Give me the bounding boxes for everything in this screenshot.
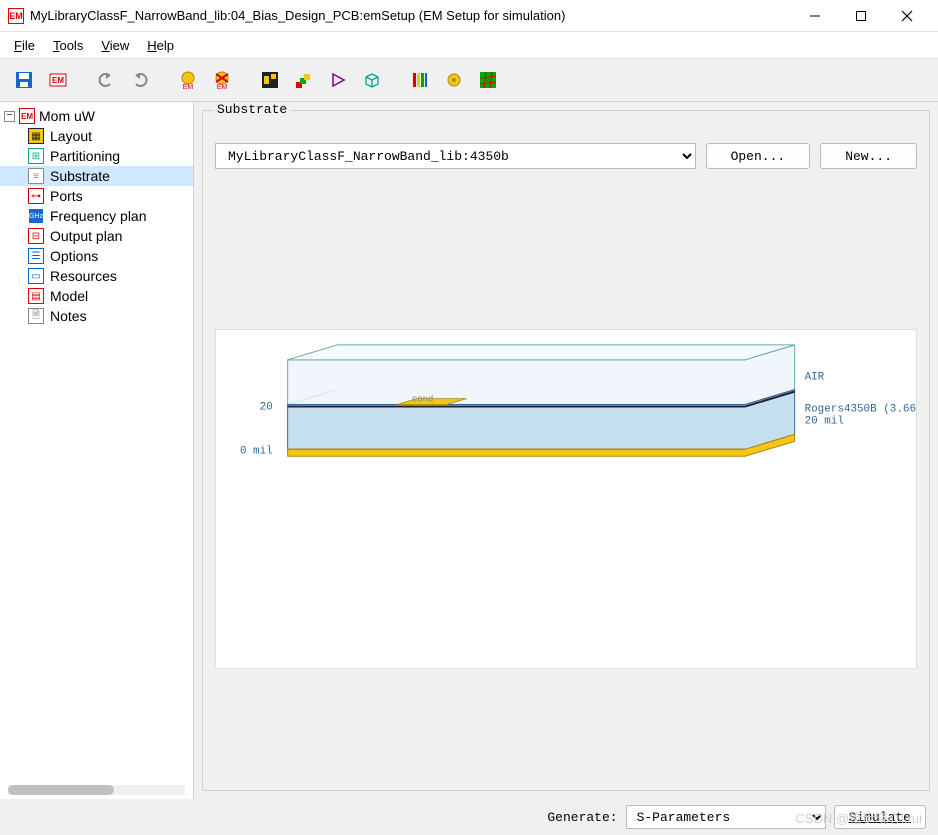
substrate-select[interactable]: MyLibraryClassF_NarrowBand_lib:4350b — [215, 143, 696, 169]
sidebar-scrollbar[interactable] — [8, 785, 185, 795]
menu-help[interactable]: Help — [139, 35, 182, 56]
save-icon[interactable] — [10, 66, 38, 94]
model-icon: ▤ — [28, 288, 44, 304]
sidebar-item-label: Options — [50, 248, 98, 264]
new-button[interactable]: New... — [820, 143, 917, 169]
material-label: Rogers4350B (3.66) — [805, 404, 916, 416]
cube-tool-icon[interactable] — [358, 66, 386, 94]
svg-text:EM: EM — [183, 84, 194, 90]
sidebar-item-substrate[interactable]: ≡ Substrate — [0, 166, 193, 186]
window-title: MyLibraryClassF_NarrowBand_lib:04_Bias_D… — [30, 8, 792, 23]
sidebar-item-label: Resources — [50, 268, 117, 284]
output-icon: ⊟ — [28, 228, 44, 244]
substrate-row: MyLibraryClassF_NarrowBand_lib:4350b Ope… — [215, 143, 917, 169]
close-button[interactable] — [884, 1, 930, 31]
tree-collapse-icon[interactable]: − — [4, 111, 15, 122]
sidebar-item-model[interactable]: ▤ Model — [0, 286, 193, 306]
main-panel: Substrate MyLibraryClassF_NarrowBand_lib… — [194, 102, 938, 799]
play-tool-icon[interactable] — [324, 66, 352, 94]
layout-tool-icon[interactable] — [256, 66, 284, 94]
menubar: File Tools View Help — [0, 32, 938, 58]
resources-icon: ▭ — [28, 268, 44, 284]
generate-select[interactable]: S-Parameters — [626, 805, 826, 829]
titlebar: EM MyLibraryClassF_NarrowBand_lib:04_Bia… — [0, 0, 938, 32]
scale-top-label: 20 — [260, 402, 273, 414]
sidebar-item-label: Frequency plan — [50, 208, 147, 224]
cond-label: cond — [412, 395, 433, 405]
maximize-button[interactable] — [838, 1, 884, 31]
sidebar-item-frequency-plan[interactable]: GHz Frequency plan — [0, 206, 193, 226]
minimize-button[interactable] — [792, 1, 838, 31]
em-delete-icon[interactable]: EM — [208, 66, 236, 94]
mesh-tool-icon[interactable] — [474, 66, 502, 94]
air-label: AIR — [805, 372, 825, 384]
tree-root[interactable]: − EM Mom uW — [0, 106, 193, 126]
tree-root-label: Mom uW — [39, 108, 95, 124]
undo-icon[interactable] — [92, 66, 120, 94]
layers-tool-icon[interactable] — [290, 66, 318, 94]
sidebar: − EM Mom uW ▦ Layout ⊞ Partitioning ≡ Substra… — [0, 102, 194, 799]
sidebar-item-label: Substrate — [50, 168, 110, 184]
sidebar-item-label: Layout — [50, 128, 92, 144]
ports-icon: ⊶ — [28, 188, 44, 204]
sidebar-item-label: Output plan — [50, 228, 122, 244]
thickness-label: 20 mil — [805, 415, 844, 427]
app-icon: EM — [8, 8, 24, 24]
em-root-icon: EM — [19, 108, 35, 124]
generate-label: Generate: — [547, 810, 617, 825]
groupbox-title: Substrate — [213, 102, 291, 117]
substrate-visualization: 20 0 mil cond AIR Rogers4350B (3.66) 20 … — [215, 329, 917, 669]
em-gear-icon[interactable]: EM — [174, 66, 202, 94]
sidebar-item-label: Ports — [50, 188, 83, 204]
sidebar-item-options[interactable]: ☰ Options — [0, 246, 193, 266]
options-icon: ☰ — [28, 248, 44, 264]
sidebar-item-output-plan[interactable]: ⊟ Output plan — [0, 226, 193, 246]
redo-icon[interactable] — [126, 66, 154, 94]
bottom-bar: Generate: S-Parameters Simulate — [0, 799, 938, 835]
notes-icon: 🗎 — [28, 308, 44, 324]
layout-icon: ▦ — [28, 128, 44, 144]
menu-view[interactable]: View — [93, 35, 137, 56]
menu-file[interactable]: File — [6, 35, 43, 56]
svg-text:EM: EM — [217, 84, 228, 90]
simulate-button[interactable]: Simulate — [834, 805, 926, 829]
substrate-groupbox: Substrate MyLibraryClassF_NarrowBand_lib… — [202, 110, 930, 791]
substrate-icon: ≡ — [28, 168, 44, 184]
content-area: − EM Mom uW ▦ Layout ⊞ Partitioning ≡ Substra… — [0, 102, 938, 799]
sidebar-item-notes[interactable]: 🗎 Notes — [0, 306, 193, 326]
sidebar-item-label: Partitioning — [50, 148, 120, 164]
toolbar: EM EM EM — [0, 58, 938, 102]
scale-bottom-label: 0 mil — [240, 445, 273, 457]
frequency-icon: GHz — [28, 208, 44, 224]
sidebar-item-resources[interactable]: ▭ Resources — [0, 266, 193, 286]
window-controls — [792, 1, 930, 31]
sidebar-item-partitioning[interactable]: ⊞ Partitioning — [0, 146, 193, 166]
sidebar-item-label: Model — [50, 288, 88, 304]
tree: − EM Mom uW ▦ Layout ⊞ Partitioning ≡ Substra… — [0, 102, 193, 330]
partitioning-icon: ⊞ — [28, 148, 44, 164]
gear-tool-icon[interactable] — [440, 66, 468, 94]
sidebar-item-layout[interactable]: ▦ Layout — [0, 126, 193, 146]
open-button[interactable]: Open... — [706, 143, 811, 169]
spectrum-tool-icon[interactable] — [406, 66, 434, 94]
sidebar-item-label: Notes — [50, 308, 87, 324]
sidebar-item-ports[interactable]: ⊶ Ports — [0, 186, 193, 206]
menu-tools[interactable]: Tools — [45, 35, 91, 56]
em-save-icon[interactable]: EM — [44, 66, 72, 94]
svg-text:EM: EM — [52, 76, 64, 85]
